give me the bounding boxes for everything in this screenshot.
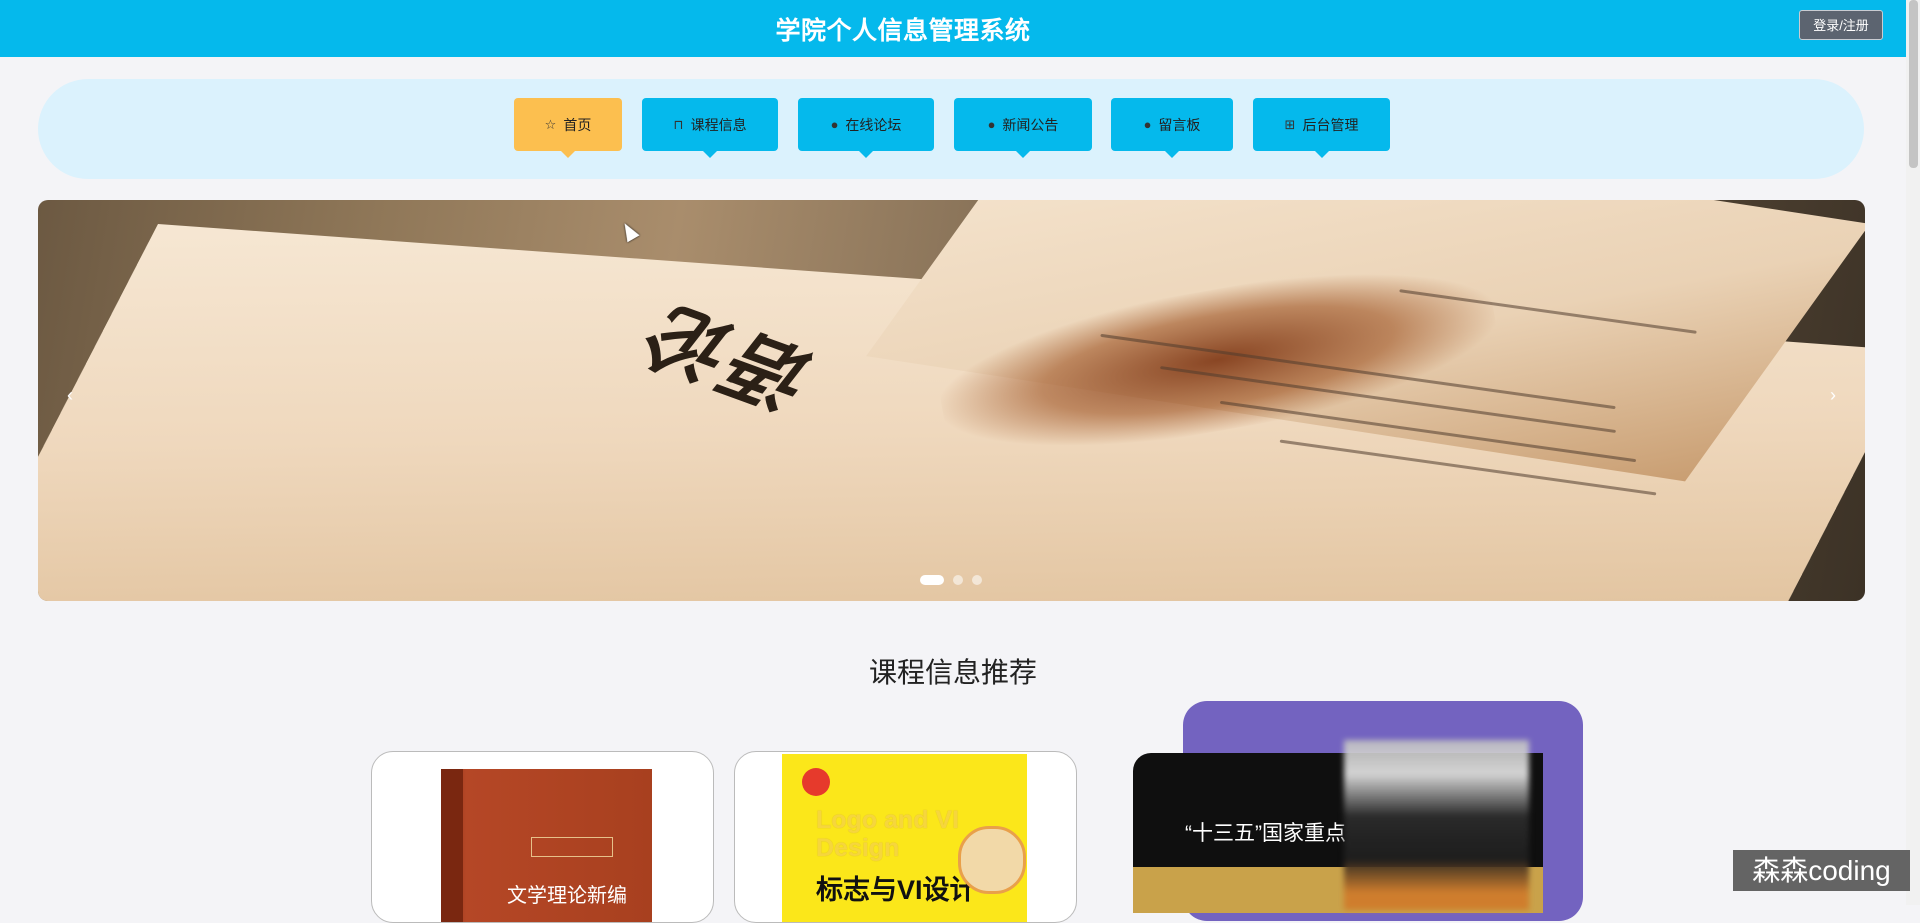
- blurred-overlay: [1344, 740, 1529, 910]
- star-icon: ☆: [544, 116, 557, 132]
- cover-illustration: [958, 826, 1026, 894]
- top-header-bar: 学院个人信息管理系统 登录/注册: [0, 0, 1906, 57]
- info-circle-icon: ●: [830, 117, 839, 132]
- main-nav-bar: [38, 79, 1864, 179]
- course-card-2[interactable]: Logo and VI Design 标志与VI设计: [734, 751, 1077, 923]
- nav-item-label: 首页: [563, 116, 592, 133]
- publisher-badge: [802, 768, 830, 796]
- nav-item-label: 课程信息: [690, 116, 747, 133]
- page-scrollbar[interactable]: [1906, 0, 1920, 905]
- nav-item-home[interactable]: ☆ 首页: [514, 98, 622, 158]
- cover-title-en: Logo and VI Design: [816, 806, 960, 862]
- info-circle-icon: ●: [1143, 117, 1152, 132]
- login-register-button[interactable]: 登录/注册: [1799, 10, 1883, 40]
- cover-title: 文学理论新编: [507, 883, 627, 907]
- watermark-label: 森森coding: [1733, 850, 1910, 891]
- nav-item-message-board[interactable]: ● 留言板: [1111, 98, 1233, 158]
- course-cover-image: 文学理论新编: [441, 769, 652, 922]
- cover-text: “十三五”国家重点: [1185, 822, 1346, 845]
- course-cover-image: Logo and VI Design 标志与VI设计: [782, 754, 1027, 922]
- nav-item-label: 新闻公告: [1002, 116, 1059, 133]
- printed-text-lines: [1098, 289, 1858, 550]
- book-spine: [441, 769, 463, 922]
- nav-item-online-forum[interactable]: ● 在线论坛: [798, 98, 934, 158]
- question-circle-icon: ●: [987, 117, 996, 132]
- bag-icon: ⊓: [673, 116, 684, 132]
- scrollbar-thumb[interactable]: [1909, 0, 1918, 168]
- nav-item-label: 在线论坛: [845, 116, 902, 133]
- nav-item-label: 留言板: [1158, 116, 1201, 133]
- nav-item-news[interactable]: ● 新闻公告: [954, 98, 1092, 158]
- briefcase-icon: ⊞: [1284, 116, 1296, 132]
- carousel-next-arrow[interactable]: ›: [1821, 385, 1845, 406]
- nav-item-admin[interactable]: ⊞ 后台管理: [1253, 98, 1390, 158]
- carousel-dot-2[interactable]: [953, 575, 963, 585]
- site-title: 学院个人信息管理系统: [775, 17, 1031, 45]
- carousel-dot-1[interactable]: [920, 575, 944, 585]
- section-title: 课程信息推荐: [868, 657, 1037, 688]
- nav-item-course-info[interactable]: ⊓ 课程信息: [642, 98, 778, 158]
- nav-item-label: 后台管理: [1302, 116, 1359, 133]
- banner-carousel[interactable]: 语论 ‹ ›: [38, 200, 1865, 601]
- cover-title-cn: 标志与VI设计: [816, 875, 977, 905]
- course-card-1[interactable]: 文学理论新编: [371, 751, 714, 923]
- carousel-indicators: [920, 575, 982, 585]
- carousel-dot-3[interactable]: [972, 575, 982, 585]
- cover-label-box: [531, 837, 613, 857]
- carousel-prev-arrow[interactable]: ‹: [58, 385, 82, 406]
